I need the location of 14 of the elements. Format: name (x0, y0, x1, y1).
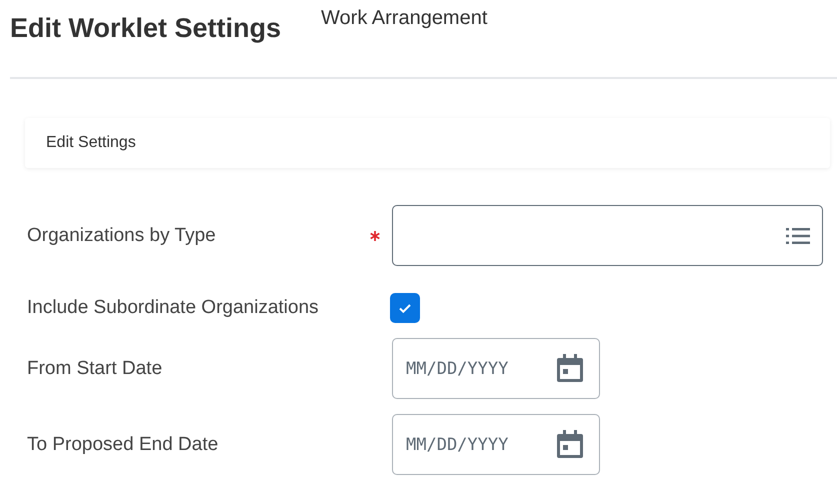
prompt-field[interactable] (392, 205, 823, 266)
field-label: Organizations by Type (27, 224, 217, 246)
page-title: Edit Worklet Settings (10, 13, 282, 44)
date-field[interactable]: MM/DD/YYYY (392, 338, 600, 399)
field-label: From Start Date (27, 358, 164, 380)
checkbox[interactable] (390, 293, 420, 323)
date-field[interactable]: MM/DD/YYYY (392, 414, 600, 475)
page-subtitle: Work Arrangement (321, 7, 488, 30)
section-title: Edit Settings (46, 134, 136, 152)
calendar-icon[interactable] (557, 430, 583, 458)
field-label: Include Subordinate Organizations (27, 297, 320, 319)
list-icon (786, 226, 810, 244)
calendar-icon[interactable] (557, 354, 583, 382)
field-label: To Proposed End Date (27, 434, 220, 456)
